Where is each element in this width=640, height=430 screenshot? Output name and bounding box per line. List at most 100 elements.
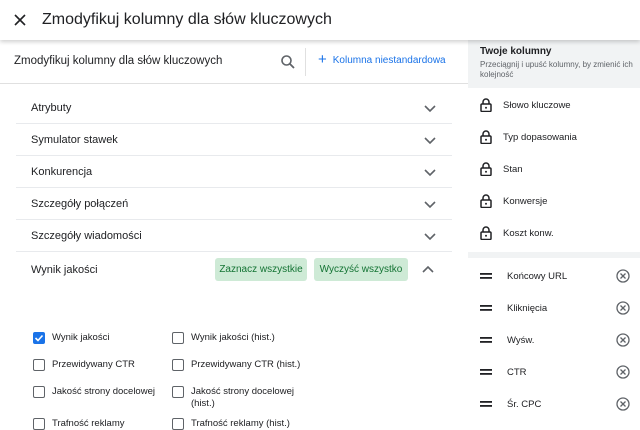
section-list: Atrybuty Symulator stawek Konkurencja Sz…	[16, 92, 452, 252]
your-columns-header: Twoje kolumny Przeciągnij i upuść kolumn…	[480, 46, 635, 80]
chevron-up-icon[interactable]	[421, 263, 435, 277]
column-label: Wyśw.	[507, 334, 535, 346]
checkbox[interactable]	[33, 386, 45, 398]
column-label: Słowo kluczowe	[503, 99, 571, 111]
drag-handle-icon[interactable]	[480, 336, 492, 344]
checkbox[interactable]	[33, 418, 45, 430]
checkbox[interactable]	[172, 418, 184, 430]
checkbox[interactable]	[172, 359, 184, 371]
option-ad-relevance[interactable]: Trafność reklamy	[33, 418, 125, 430]
option-quality-score-hist[interactable]: Wynik jakości (hist.)	[172, 332, 275, 344]
lock-icon	[480, 162, 492, 176]
option-landing-page-hist[interactable]: Jakość strony docelowej (hist.)	[172, 386, 311, 410]
section-label: Atrybuty	[31, 101, 72, 114]
option-label: Przewidywany CTR	[52, 359, 135, 370]
section-quality-score: Wynik jakości Zaznacz wszystkie Wyczyść …	[16, 254, 452, 430]
chevron-down-icon	[424, 168, 436, 176]
columns-panel: Zmodyfikuj kolumny dla słów kluczowych +…	[0, 40, 468, 430]
option-quality-score[interactable]: Wynik jakości	[33, 332, 109, 344]
option-expected-ctr-hist[interactable]: Przewidywany CTR (hist.)	[172, 359, 300, 371]
column-label: CTR	[507, 366, 527, 378]
option-ad-relevance-hist[interactable]: Trafność reklamy (hist.)	[172, 418, 290, 430]
select-all-button[interactable]: Zaznacz wszystkie	[215, 258, 307, 281]
drag-handle-icon[interactable]	[480, 400, 492, 408]
movable-column-item[interactable]: Śr. CPC	[480, 397, 630, 411]
column-label: Końcowy URL	[507, 270, 568, 282]
option-label: Wynik jakości	[52, 332, 110, 343]
page-title: Zmodyfikuj kolumny dla słów kluczowych	[42, 11, 332, 28]
locked-column-item: Typ dopasowania	[480, 130, 577, 144]
option-expected-ctr[interactable]: Przewidywany CTR	[33, 359, 135, 371]
chevron-down-icon	[424, 136, 436, 144]
your-columns-subtitle: Przeciągnij i upuść kolumny, by zmienić …	[480, 60, 633, 79]
locked-columns: Słowo kluczowe Typ dopasowania Stan Konw…	[468, 88, 640, 252]
section-label: Wynik jakości	[31, 264, 98, 276]
section-label: Symulator stawek	[31, 133, 118, 146]
remove-circle-icon[interactable]	[616, 333, 630, 347]
option-label: Jakość strony docelowej	[52, 386, 155, 397]
columns-toolbar: Zmodyfikuj kolumny dla słów kluczowych +…	[0, 40, 468, 84]
search-icon[interactable]	[280, 54, 296, 70]
column-label: Śr. CPC	[507, 398, 542, 410]
lock-icon	[480, 130, 492, 144]
locked-column-item: Konwersje	[480, 194, 547, 208]
divider	[305, 48, 306, 76]
clear-all-button[interactable]: Wyczyść wszystko	[314, 258, 408, 281]
chevron-down-icon	[424, 200, 436, 208]
plus-icon: +	[318, 51, 327, 68]
column-label: Konwersje	[503, 195, 548, 207]
top-bar: Zmodyfikuj kolumny dla słów kluczowych	[0, 0, 640, 40]
column-label: Typ dopasowania	[503, 131, 577, 143]
movable-column-item[interactable]: Wyśw.	[480, 333, 630, 347]
lock-icon	[480, 98, 492, 112]
drag-handle-icon[interactable]	[480, 304, 492, 312]
movable-column-item[interactable]: Kliknięcia	[480, 301, 630, 315]
custom-column-label: Kolumna niestandardowa	[332, 54, 446, 66]
chevron-down-icon	[424, 104, 436, 112]
option-label: Wynik jakości (hist.)	[191, 332, 275, 343]
lock-icon	[480, 226, 492, 240]
option-label: Przewidywany CTR (hist.)	[191, 359, 301, 370]
section-header[interactable]: Wynik jakości Zaznacz wszystkie Wyczyść …	[16, 254, 452, 286]
your-columns-title: Twoje kolumny	[480, 46, 552, 57]
checkbox-checked[interactable]	[33, 332, 45, 344]
option-label: Jakość strony docelowej (hist.)	[191, 386, 294, 409]
check-icon	[34, 334, 44, 342]
checkbox[interactable]	[33, 359, 45, 371]
remove-circle-icon[interactable]	[616, 301, 630, 315]
toolbar-title: Zmodyfikuj kolumny dla słów kluczowych	[14, 55, 223, 67]
option-landing-page[interactable]: Jakość strony docelowej	[33, 386, 155, 398]
custom-column-button[interactable]: + Kolumna niestandardowa	[318, 51, 446, 68]
section-call-details[interactable]: Szczegóły połączeń	[16, 188, 452, 220]
checkbox[interactable]	[172, 386, 184, 398]
option-label: Trafność reklamy	[52, 418, 125, 429]
chevron-down-icon	[424, 232, 436, 240]
lock-icon	[480, 194, 492, 208]
drag-handle-icon[interactable]	[480, 272, 492, 280]
movable-column-item[interactable]: CTR	[480, 365, 630, 379]
close-button[interactable]	[10, 10, 30, 30]
section-label: Szczegóły wiadomości	[31, 229, 142, 242]
section-attributes[interactable]: Atrybuty	[16, 92, 452, 124]
locked-column-item: Słowo kluczowe	[480, 98, 571, 112]
column-label: Kliknięcia	[507, 302, 548, 314]
column-label: Stan	[503, 163, 523, 175]
section-message-details[interactable]: Szczegóły wiadomości	[16, 220, 452, 252]
section-bid-simulator[interactable]: Symulator stawek	[16, 124, 452, 156]
section-competition[interactable]: Konkurencja	[16, 156, 452, 188]
drag-handle-icon[interactable]	[480, 368, 492, 376]
movable-column-item[interactable]: Końcowy URL	[480, 269, 630, 283]
option-label: Trafność reklamy (hist.)	[191, 418, 290, 429]
locked-column-item: Koszt konw.	[480, 226, 554, 240]
column-label: Koszt konw.	[503, 227, 554, 239]
movable-columns: Końcowy URL Kliknięcia Wyśw. CTR Śr. CPC	[468, 258, 640, 417]
section-label: Szczegóły połączeń	[31, 197, 129, 210]
locked-column-item: Stan	[480, 162, 523, 176]
checkbox[interactable]	[172, 332, 184, 344]
remove-circle-icon[interactable]	[616, 269, 630, 283]
section-label: Konkurencja	[31, 165, 93, 178]
close-icon	[14, 14, 26, 26]
remove-circle-icon[interactable]	[616, 397, 630, 411]
remove-circle-icon[interactable]	[616, 365, 630, 379]
your-columns-panel: Twoje kolumny Przeciągnij i upuść kolumn…	[468, 40, 640, 417]
